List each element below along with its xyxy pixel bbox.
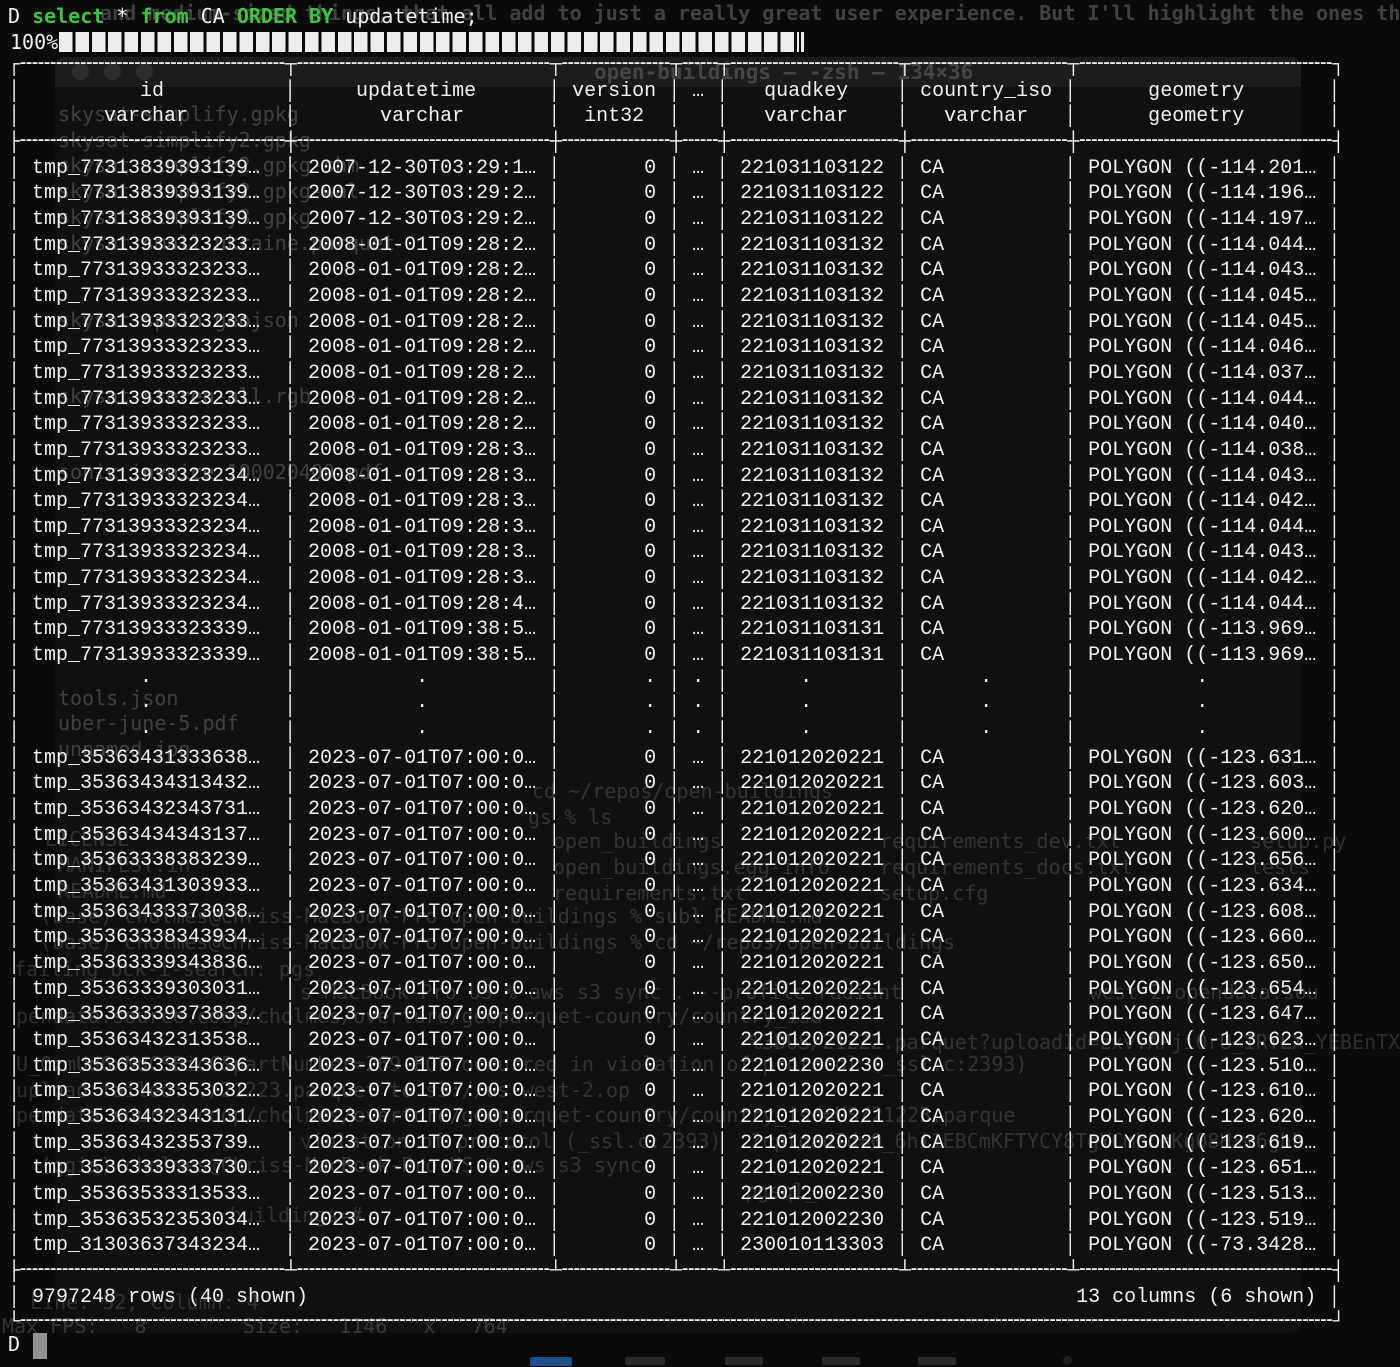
table-row: │ tmp_77313933323233… │ 2008-01-01T09:28… xyxy=(8,233,1344,259)
sql-keyword: ORDER BY xyxy=(237,4,333,28)
table-row: │ tmp_77313839393139… │ 2007-12-30T03:29… xyxy=(8,181,1344,207)
table-header-separator: ├╌╌╌╌╌╌╌╌╌╌╌╌╌╌╌╌╌╌╌╌╌╌┼╌╌╌╌╌╌╌╌╌╌╌╌╌╌╌╌… xyxy=(8,130,1344,156)
table-row: │ tmp_35363433353032… │ 2023-07-01T07:00… xyxy=(8,1079,1344,1105)
table-row: │ tmp_35363434313432… │ 2023-07-01T07:00… xyxy=(8,771,1344,797)
terminal-screen: { "colors": { "background": "#0a0a0a", "… xyxy=(0,0,1400,1367)
sql-text: updatetime; xyxy=(333,4,478,28)
dock-item xyxy=(530,1357,572,1366)
table-row: │ tmp_77313933323233… │ 2008-01-01T09:28… xyxy=(8,438,1344,464)
table-row: │ tmp_77313933323234… │ 2008-01-01T09:28… xyxy=(8,515,1344,541)
table-continuation-row: │ · │ · │ · │ · │ · │ · │ · │ xyxy=(8,694,1344,720)
table-row: │ tmp_35363433373038… │ 2023-07-01T07:00… xyxy=(8,900,1344,926)
sql-text: CA xyxy=(189,4,237,28)
table-row: │ tmp_35363339333730… │ 2023-07-01T07:00… xyxy=(8,1156,1344,1182)
sql-text: * xyxy=(104,4,140,28)
table-type-row: │ varchar │ varchar │ int32 │ │ varchar … xyxy=(8,104,1344,130)
table-row: │ tmp_35363431303933… │ 2023-07-01T07:00… xyxy=(8,874,1344,900)
sql-keyword: from xyxy=(140,4,188,28)
table-row: │ tmp_77313933323233… │ 2008-01-01T09:28… xyxy=(8,258,1344,284)
table-row: │ tmp_77313933323233… │ 2008-01-01T09:28… xyxy=(8,335,1344,361)
table-header-row: │ id │ updatetime │ version │ … │ quadke… xyxy=(8,79,1344,105)
table-top-border: ┌╌╌╌╌╌╌╌╌╌╌╌╌╌╌╌╌╌╌╌╌╌╌┬╌╌╌╌╌╌╌╌╌╌╌╌╌╌╌╌… xyxy=(8,53,1344,79)
dock-item xyxy=(918,1357,956,1365)
query-result-table: ┌╌╌╌╌╌╌╌╌╌╌╌╌╌╌╌╌╌╌╌╌╌╌┬╌╌╌╌╌╌╌╌╌╌╌╌╌╌╌╌… xyxy=(8,53,1344,1336)
table-continuation-row: │ · │ · │ · │ · │ · │ · │ · │ xyxy=(8,669,1344,695)
progress-percent-label: 100% xyxy=(10,30,58,54)
table-row: │ tmp_77313933323234… │ 2008-01-01T09:28… xyxy=(8,592,1344,618)
table-row: │ tmp_35363533313533… │ 2023-07-01T07:00… xyxy=(8,1182,1344,1208)
bottom-prompt-line[interactable]: D xyxy=(8,1332,20,1356)
table-row: │ tmp_77313933323233… │ 2008-01-01T09:28… xyxy=(8,284,1344,310)
table-row: │ tmp_35363533343636… │ 2023-07-01T07:00… xyxy=(8,1054,1344,1080)
terminal-cursor xyxy=(33,1333,47,1359)
table-row: │ tmp_35363431333638… │ 2023-07-01T07:00… xyxy=(8,746,1344,772)
table-row: │ tmp_35363432353739… │ 2023-07-01T07:00… xyxy=(8,1131,1344,1157)
sql-keyword: select xyxy=(32,4,104,28)
dock-item xyxy=(725,1357,763,1365)
table-row: │ tmp_77313933323233… │ 2008-01-01T09:28… xyxy=(8,387,1344,413)
table-row: │ tmp_77313933323339… │ 2008-01-01T09:38… xyxy=(8,617,1344,643)
table-row: │ tmp_77313933323234… │ 2008-01-01T09:28… xyxy=(8,566,1344,592)
sql-command: select * from CA ORDER BY updatetime; xyxy=(32,4,478,28)
progress-bar-end-cap xyxy=(801,32,804,52)
table-row: │ tmp_77313839393139… │ 2007-12-30T03:29… xyxy=(8,207,1344,233)
table-row: │ tmp_35363434343137… │ 2023-07-01T07:00… xyxy=(8,823,1344,849)
table-row: │ tmp_35363432343731… │ 2023-07-01T07:00… xyxy=(8,797,1344,823)
table-continuation-row: │ · │ · │ · │ · │ · │ · │ · │ xyxy=(8,720,1344,746)
table-row: │ tmp_77313839393139… │ 2007-12-30T03:29… xyxy=(8,156,1344,182)
progress-bar xyxy=(59,32,799,52)
table-row: │ tmp_35363338383239… │ 2023-07-01T07:00… xyxy=(8,848,1344,874)
table-footer-row: │ 9797248 rows (40 shown) 13 columns (6 … xyxy=(8,1285,1344,1311)
table-row: │ tmp_35363339373833… │ 2023-07-01T07:00… xyxy=(8,1002,1344,1028)
table-row: │ tmp_35363432313538… │ 2023-07-01T07:00… xyxy=(8,1028,1344,1054)
table-row: │ tmp_35363432343131… │ 2023-07-01T07:00… xyxy=(8,1105,1344,1131)
duckdb-prompt: D xyxy=(8,4,20,28)
table-row: │ tmp_31303637343234… │ 2023-07-01T07:00… xyxy=(8,1233,1344,1259)
table-row: │ tmp_77313933323234… │ 2008-01-01T09:28… xyxy=(8,540,1344,566)
table-row: │ tmp_77313933323234… │ 2008-01-01T09:28… xyxy=(8,464,1344,490)
dock-item xyxy=(625,1357,665,1365)
table-row: │ tmp_35363338343934… │ 2023-07-01T07:00… xyxy=(8,925,1344,951)
table-bottom-border: └╌╌╌╌╌╌╌╌╌╌╌╌╌╌╌╌╌╌╌╌╌╌╌╌╌╌╌╌╌╌╌╌╌╌╌╌╌╌╌… xyxy=(8,1310,1344,1336)
table-row: │ tmp_35363532353034… │ 2023-07-01T07:00… xyxy=(8,1208,1344,1234)
dock-item xyxy=(1063,1356,1072,1365)
table-row: │ tmp_77313933323233… │ 2008-01-01T09:28… xyxy=(8,310,1344,336)
query-line: D select * from CA ORDER BY updatetime; xyxy=(8,3,478,29)
table-row: │ tmp_77313933323234… │ 2008-01-01T09:28… xyxy=(8,489,1344,515)
table-row: │ tmp_77313933323339… │ 2008-01-01T09:38… xyxy=(8,643,1344,669)
table-row: │ tmp_35363339303031… │ 2023-07-01T07:00… xyxy=(8,977,1344,1003)
dock-item xyxy=(822,1357,860,1365)
table-row: │ tmp_77313933323233… │ 2008-01-01T09:28… xyxy=(8,361,1344,387)
duckdb-prompt: D xyxy=(8,1332,20,1356)
table-footer-separator: ├╌╌╌╌╌╌╌╌╌╌╌╌╌╌╌╌╌╌╌╌╌╌┴╌╌╌╌╌╌╌╌╌╌╌╌╌╌╌╌… xyxy=(8,1259,1344,1285)
table-row: │ tmp_35363339343836… │ 2023-07-01T07:00… xyxy=(8,951,1344,977)
table-row: │ tmp_77313933323233… │ 2008-01-01T09:28… xyxy=(8,412,1344,438)
